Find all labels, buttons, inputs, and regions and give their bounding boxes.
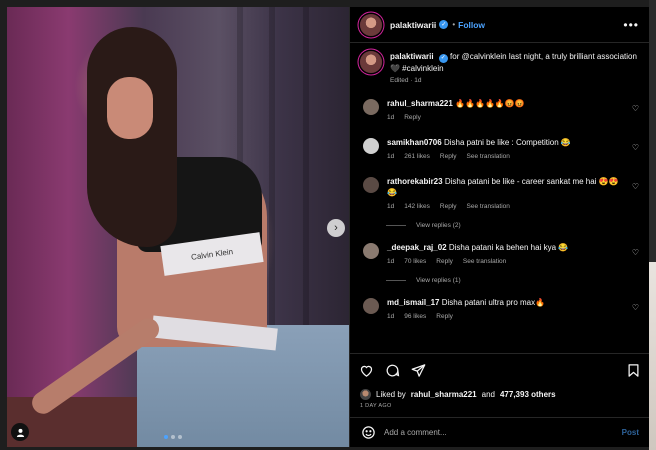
liker-avatar[interactable]	[360, 388, 371, 400]
comment-time: 1d	[387, 114, 395, 121]
comment-time: 1d	[387, 153, 395, 160]
comment-item: _deepak_raj_02 Disha patani ka behen hai…	[360, 242, 639, 267]
comment-like-heart-icon[interactable]: ♡	[632, 104, 639, 113]
author-username[interactable]: palaktiwarii	[390, 20, 436, 30]
comment-translate-button[interactable]: See translation	[467, 151, 510, 162]
caption-username[interactable]: palaktiwarii	[390, 52, 434, 61]
heart-icon[interactable]	[358, 363, 374, 379]
post-caption: palaktiwarii ✓ for @calvinklein last nig…	[360, 51, 639, 84]
carousel-dot[interactable]	[178, 435, 182, 439]
more-icon[interactable]: •••	[623, 18, 639, 32]
replies-divider	[386, 280, 406, 281]
comments-list[interactable]: palaktiwarii ✓ for @calvinklein last nig…	[350, 43, 649, 353]
photo-figure-face	[107, 77, 153, 139]
comment-time: 1d	[387, 258, 395, 265]
next-arrow-icon[interactable]: ›	[327, 219, 345, 237]
commenter-username[interactable]: rahul_sharma221	[387, 99, 453, 108]
likes-and: and	[481, 389, 495, 399]
verified-badge-icon: ✓	[438, 54, 448, 63]
post-comment-button[interactable]: Post	[622, 428, 639, 437]
comment-like-heart-icon[interactable]: ♡	[632, 182, 639, 191]
commenter-avatar[interactable]	[363, 243, 379, 259]
comment-reply-button[interactable]: Reply	[436, 311, 453, 322]
comment-like-heart-icon[interactable]: ♡	[632, 303, 639, 312]
commenter-username[interactable]: _deepak_raj_02	[387, 243, 447, 252]
post-header: palaktiwarii ✓ • Follow •••	[350, 7, 649, 43]
comment-translate-button[interactable]: See translation	[463, 256, 506, 267]
comment-icon[interactable]	[384, 363, 400, 379]
follow-button[interactable]: Follow	[458, 20, 485, 30]
comment-like-heart-icon[interactable]: ♡	[632, 248, 639, 257]
commenter-username[interactable]: rathorekabir23	[387, 177, 443, 186]
action-bar	[350, 353, 649, 387]
add-comment-bar: Post	[350, 417, 649, 447]
comment-likes[interactable]: 261 likes	[404, 151, 430, 162]
likes-summary: Liked by rahul_sharma221 and 477,393 oth…	[350, 387, 649, 401]
caption-meta: Edited · 1d	[390, 77, 422, 84]
post-side-panel: palaktiwarii ✓ • Follow ••• palaktiwarii…	[349, 7, 649, 447]
carousel-dot[interactable]	[164, 435, 168, 439]
comment-text: Disha patani ultra pro max🔥	[441, 298, 546, 307]
comment-like-heart-icon[interactable]: ♡	[632, 143, 639, 152]
verified-badge-icon: ✓	[439, 20, 449, 29]
liker-username[interactable]: rahul_sharma221	[411, 390, 477, 399]
comment-input[interactable]	[384, 428, 614, 437]
comment-text: 🔥🔥🔥🔥🔥😡😡	[455, 99, 525, 108]
header-separator: •	[452, 20, 456, 29]
tag-user-icon[interactable]	[11, 423, 29, 441]
comment-translate-button[interactable]: See translation	[467, 201, 510, 212]
commenter-avatar[interactable]	[363, 99, 379, 115]
caption-avatar[interactable]	[360, 51, 382, 73]
comment-reply-button[interactable]: Reply	[440, 151, 457, 162]
commenter-avatar[interactable]	[363, 177, 379, 193]
background-window-peek	[649, 262, 656, 450]
carousel-dots	[164, 435, 182, 439]
commenter-avatar[interactable]	[363, 138, 379, 154]
author-avatar[interactable]	[360, 13, 382, 36]
comment-reply-button[interactable]: Reply	[436, 256, 453, 267]
view-replies-button[interactable]: View replies (1)	[386, 277, 639, 284]
likes-prefix: Liked by	[376, 389, 406, 399]
comment-reply-button[interactable]: Reply	[404, 112, 421, 123]
commenter-username[interactable]: md_ismail_17	[387, 298, 439, 307]
carousel-dot[interactable]	[171, 435, 175, 439]
likes-count[interactable]: 477,393 others	[500, 390, 556, 399]
view-replies-button[interactable]: View replies (2)	[386, 222, 639, 229]
comment-item: rahul_sharma221 🔥🔥🔥🔥🔥😡😡 1d Reply ♡	[360, 98, 639, 123]
save-icon[interactable]	[625, 363, 641, 379]
comment-text: Disha patani ka behen hai kya 😂	[448, 243, 569, 252]
view-replies-label[interactable]: View replies (1)	[416, 277, 461, 284]
comment-item: rathorekabir23 Disha patani be like - ca…	[360, 176, 639, 212]
comment-text: Disha patni be like : Competition 😂	[443, 138, 571, 147]
comment-time: 1d	[387, 203, 395, 210]
comment-likes[interactable]: 96 likes	[404, 311, 426, 322]
comment-likes[interactable]: 70 likes	[404, 256, 426, 267]
caption-text: palaktiwarii ✓ for @calvinklein last nig…	[390, 51, 639, 74]
share-icon[interactable]	[410, 363, 426, 379]
comment-item: samikhan0706 Disha patni be like : Compe…	[360, 137, 639, 162]
comment-time: 1d	[387, 313, 395, 320]
post-photo[interactable]: Calvin Klein ›	[7, 7, 349, 447]
comment-likes[interactable]: 142 likes	[404, 201, 430, 212]
post-modal: Calvin Klein › palaktiwarii ✓ • Follow •…	[7, 7, 649, 447]
emoji-icon[interactable]	[360, 425, 376, 441]
comment-reply-button[interactable]: Reply	[440, 201, 457, 212]
replies-divider	[386, 225, 406, 226]
commenter-username[interactable]: samikhan0706	[387, 138, 442, 147]
commenter-avatar[interactable]	[363, 298, 379, 314]
view-replies-label[interactable]: View replies (2)	[416, 222, 461, 229]
post-date: 1 DAY AGO	[360, 403, 392, 409]
comment-item: md_ismail_17 Disha patani ultra pro max🔥…	[360, 297, 639, 322]
background-window-edge	[649, 0, 656, 450]
